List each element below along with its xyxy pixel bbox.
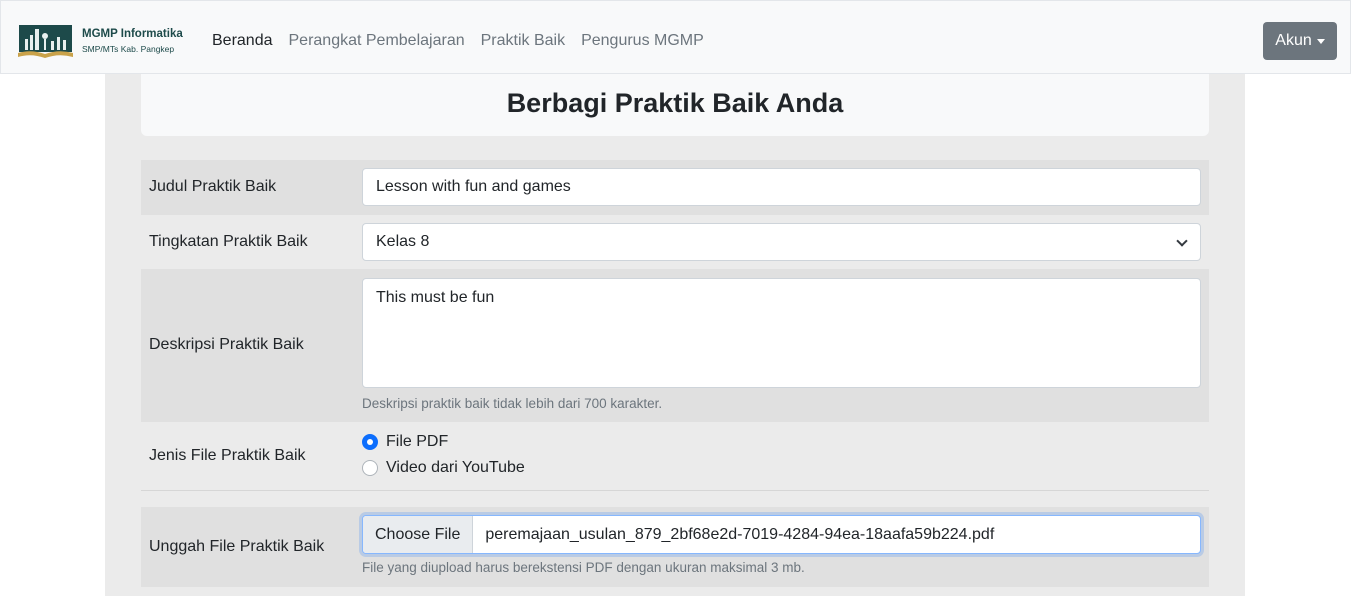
file-type-label: Jenis File Praktik Baik [149, 447, 306, 464]
account-label: Akun [1275, 32, 1312, 49]
upload-label: Unggah File Praktik Baik [149, 538, 325, 555]
form-row-description: Deskripsi Praktik Baik This must be fun … [141, 269, 1209, 422]
file-upload-input[interactable]: Choose File peremajaan_usulan_879_2bf68e… [362, 515, 1201, 554]
divider [141, 490, 1209, 491]
brand[interactable]: MGMP Informatika SMP/MTs Kab. Pangkep [17, 23, 183, 59]
nav-link-perangkat-pembelajaran[interactable]: Perangkat Pembelajaran [289, 32, 465, 50]
level-select-value: Kelas 8 [376, 233, 430, 250]
form-row-level: Tingkatan Praktik Baik Kelas 8 [141, 215, 1209, 269]
nav-link-praktik-baik[interactable]: Praktik Baik [481, 32, 565, 50]
chevron-down-icon [1176, 235, 1188, 247]
title-label: Judul Praktik Baik [149, 178, 277, 195]
description-value: This must be fun [376, 289, 495, 306]
book-logo-icon [17, 23, 74, 59]
form-row-title: Judul Praktik Baik Lesson with fun and g… [141, 160, 1209, 215]
title-input-value: Lesson with fun and games [376, 178, 571, 195]
page-title: Berbagi Praktik Baik Anda [506, 87, 844, 118]
heading-card: Berbagi Praktik Baik Anda [141, 74, 1209, 136]
nav-link-beranda[interactable]: Beranda [212, 32, 273, 50]
description-label: Deskripsi Praktik Baik [149, 336, 304, 353]
radio-checked-icon[interactable] [362, 434, 378, 450]
brand-subtitle: SMP/MTs Kab. Pangkep [82, 43, 175, 54]
level-select[interactable]: Kelas 8 [362, 223, 1201, 261]
brand-title: MGMP Informatika [82, 28, 183, 40]
form-row-upload: Unggah File Praktik Baik Choose File per… [141, 507, 1209, 587]
nav-links: Beranda Perangkat Pembelajaran Praktik B… [212, 32, 720, 50]
radio-unchecked-icon[interactable] [362, 460, 378, 476]
navbar: MGMP Informatika SMP/MTs Kab. Pangkep Be… [0, 0, 1351, 74]
caret-down-icon [1316, 38, 1325, 44]
radio-option-pdf[interactable]: File PDF [362, 433, 448, 451]
upload-help-text: File yang diupload harus berekstensi PDF… [362, 560, 805, 575]
choose-file-button[interactable]: Choose File [363, 516, 474, 553]
description-textarea[interactable]: This must be fun [362, 278, 1201, 388]
level-label: Tingkatan Praktik Baik [149, 233, 308, 250]
nav-link-pengurus-mgmp[interactable]: Pengurus MGMP [581, 32, 704, 50]
main-panel: Berbagi Praktik Baik Anda Judul Praktik … [105, 74, 1245, 596]
file-name: peremajaan_usulan_879_2bf68e2d-7019-4284… [485, 525, 995, 543]
account-dropdown-button[interactable]: Akun [1263, 22, 1337, 60]
title-input[interactable]: Lesson with fun and games [362, 168, 1201, 206]
radio-option-youtube[interactable]: Video dari YouTube [362, 459, 525, 477]
description-help-text: Deskripsi praktik baik tidak lebih dari … [362, 396, 663, 411]
radio-label-pdf: File PDF [386, 433, 449, 450]
form-row-file-type: Jenis File Praktik Baik File PDF Video d… [141, 422, 1209, 490]
radio-label-youtube: Video dari YouTube [386, 459, 525, 476]
